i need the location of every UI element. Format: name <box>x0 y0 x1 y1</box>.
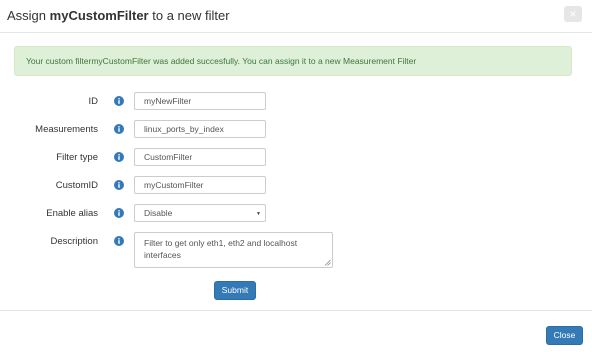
modal-footer: Close <box>0 310 592 352</box>
info-circle-icon[interactable] <box>114 96 124 106</box>
info-circle-icon[interactable] <box>114 208 124 218</box>
assign-filter-modal: Assign myCustomFilter to a new filter × … <box>0 0 592 351</box>
title-suffix: to a new filter <box>152 8 230 23</box>
info-circle-icon[interactable] <box>114 236 124 246</box>
id-label: ID <box>88 96 99 107</box>
custom-id-label: CustomID <box>55 180 98 191</box>
form-row-id: ID myNewFilter <box>0 92 592 112</box>
success-alert-text: Your custom filtermyCustomFilter was add… <box>26 56 417 66</box>
enable-alias-select[interactable]: Disable ▼ <box>134 204 266 222</box>
resize-handle-icon[interactable] <box>324 259 331 266</box>
custom-id-input[interactable]: myCustomFilter <box>134 176 266 194</box>
success-alert: Your custom filtermyCustomFilter was add… <box>14 46 572 76</box>
title-prefix: Assign <box>7 8 47 23</box>
form-row-filter-type: Filter type CustomFilter <box>0 148 592 168</box>
form-row-description: Description Filter to get only eth1, eth… <box>0 232 592 270</box>
measurements-input[interactable]: linux_ports_by_index <box>134 120 266 138</box>
form-row-custom-id: CustomID myCustomFilter <box>0 176 592 196</box>
filter-type-label: Filter type <box>56 152 98 163</box>
title-filter-name: myCustomFilter <box>49 8 149 23</box>
id-input[interactable]: myNewFilter <box>134 92 266 110</box>
close-button[interactable]: Close <box>546 326 583 345</box>
info-circle-icon[interactable] <box>114 152 124 162</box>
filter-type-input[interactable]: CustomFilter <box>134 148 266 166</box>
info-circle-icon[interactable] <box>114 180 124 190</box>
form-row-enable-alias: Enable alias Disable ▼ <box>0 204 592 224</box>
description-label: Description <box>50 236 98 247</box>
submit-button[interactable]: Submit <box>214 281 256 300</box>
form-row-measurements: Measurements linux_ports_by_index <box>0 120 592 140</box>
modal-header: Assign myCustomFilter to a new filter × <box>0 0 592 33</box>
enable-alias-label: Enable alias <box>46 208 98 219</box>
modal-title: Assign myCustomFilter to a new filter <box>7 8 230 23</box>
info-circle-icon[interactable] <box>114 124 124 134</box>
close-icon[interactable]: × <box>564 6 582 22</box>
description-text: Filter to get only eth1, eth2 and localh… <box>144 238 298 260</box>
description-textarea[interactable]: Filter to get only eth1, eth2 and localh… <box>134 232 333 268</box>
measurements-label: Measurements <box>35 124 98 135</box>
enable-alias-selected-value: Disable <box>144 208 173 218</box>
chevron-down-icon: ▼ <box>256 211 261 217</box>
